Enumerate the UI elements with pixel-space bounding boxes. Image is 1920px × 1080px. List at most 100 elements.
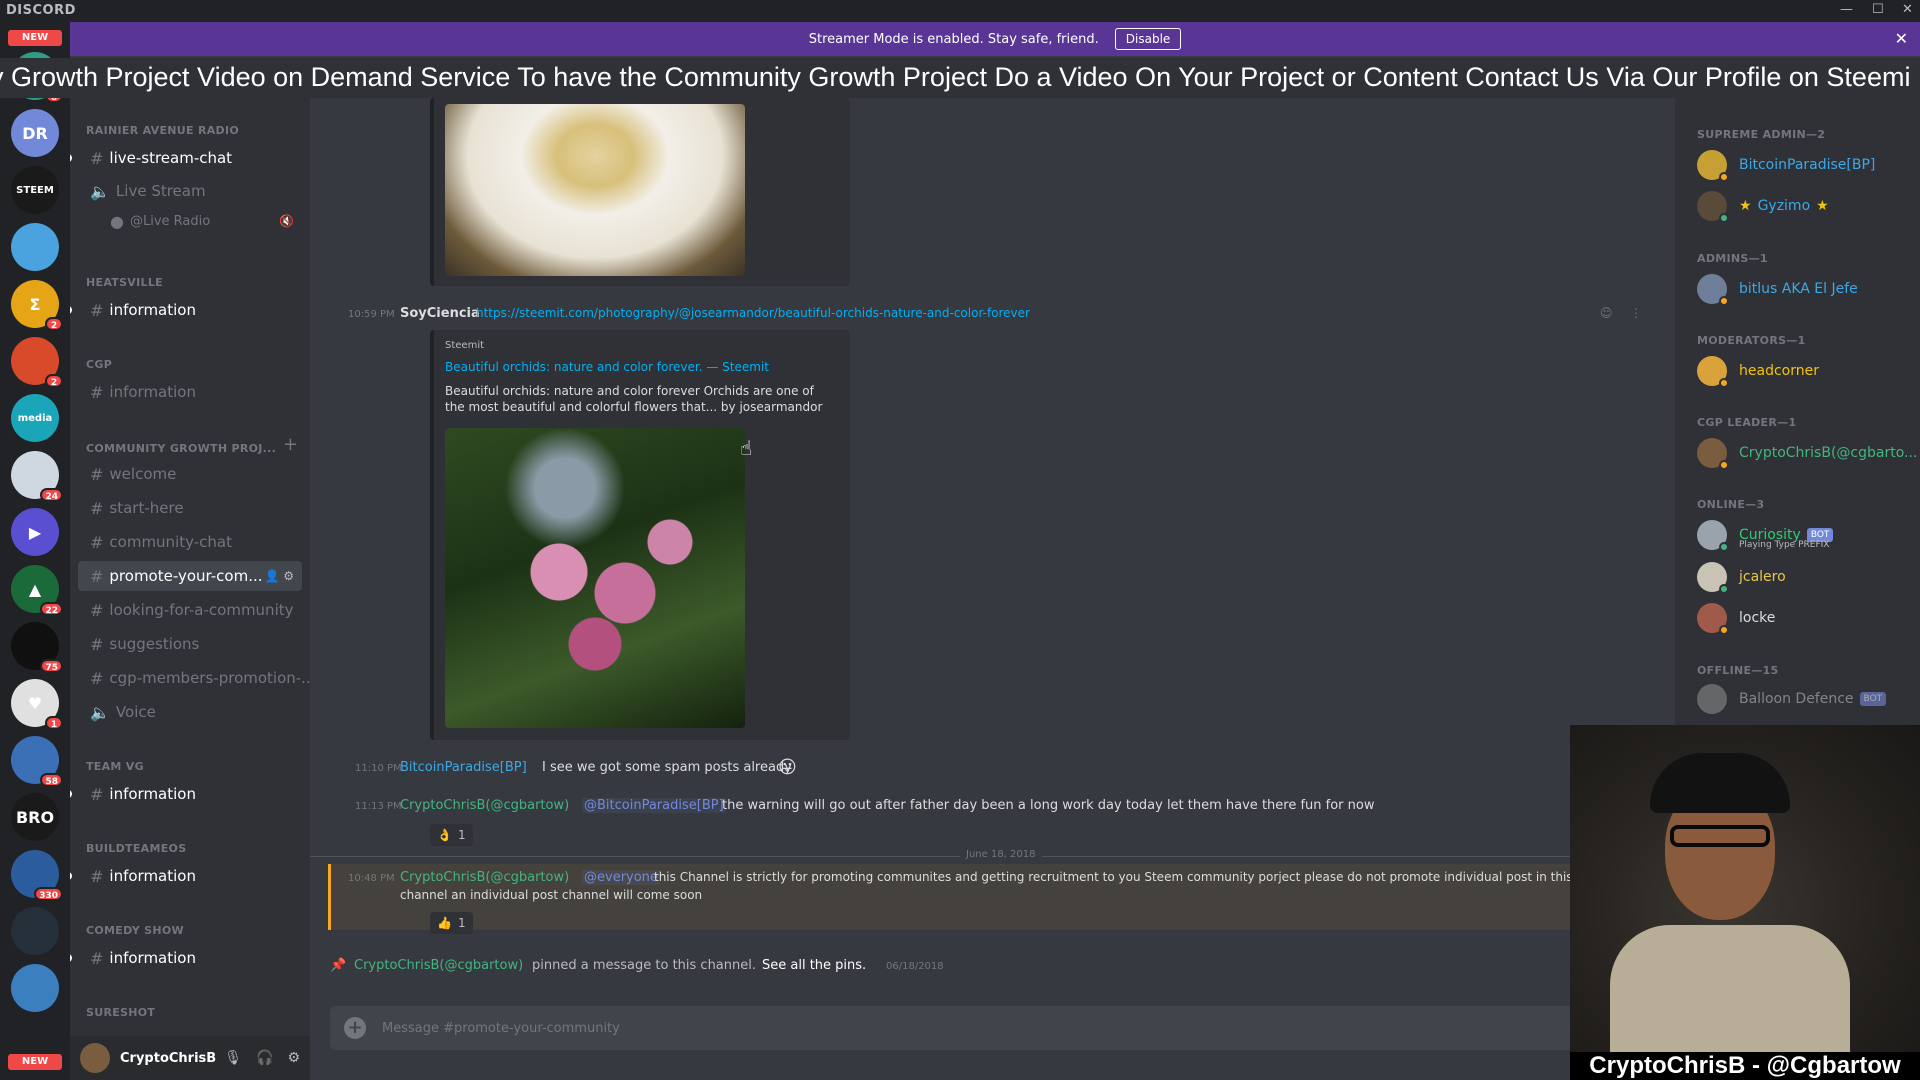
mute-icon: 🔇 xyxy=(279,214,294,228)
server-icon[interactable]: 2 xyxy=(11,337,63,388)
server-icon[interactable]: ▲ 22 xyxy=(11,565,63,616)
server-icon[interactable]: ▶ xyxy=(11,508,59,556)
server-icon[interactable]: 75 xyxy=(11,622,63,673)
add-reaction-icon[interactable]: ☺ xyxy=(1600,306,1613,320)
maximize-icon[interactable]: ☐ xyxy=(1872,2,1884,17)
voice-channel-voice[interactable]: 🔈 Voice xyxy=(78,697,302,727)
member-bitlus[interactable]: bitlus AKA El Jefe xyxy=(1697,272,1858,306)
embed-provider: Steemit xyxy=(445,340,485,351)
category-sureshot[interactable]: SURESHOT xyxy=(86,1006,155,1019)
channel-community-chat[interactable]: # community-chat xyxy=(78,527,302,557)
message-input[interactable] xyxy=(382,1020,1650,1036)
member-headcorner[interactable]: headcorner xyxy=(1697,354,1819,388)
category-cgp[interactable]: CGP xyxy=(86,358,112,371)
server-icon[interactable]: 330 xyxy=(11,850,63,901)
message-link[interactable]: https://steemit.com/photography/@josearm… xyxy=(476,306,1030,320)
member-bitcoinparadise[interactable]: BitcoinParadise[BP] xyxy=(1697,148,1875,182)
webcam-overlay xyxy=(1570,725,1920,1055)
server-icon[interactable] xyxy=(11,907,59,955)
message-author[interactable]: CryptoChrisB(@cgbartow) xyxy=(400,798,569,813)
add-channel-icon[interactable]: + xyxy=(283,434,298,455)
invite-and-settings-icons[interactable]: 👤 ⚙ xyxy=(264,569,294,583)
message-author[interactable]: BitcoinParadise[BP] xyxy=(400,760,527,775)
avatar[interactable] xyxy=(80,1043,110,1073)
category-team-vg[interactable]: TEAM VG xyxy=(86,760,144,773)
timestamp: 11:13 PM xyxy=(355,801,402,812)
member-locke[interactable]: locke xyxy=(1697,601,1775,635)
ticker-text: y Growth Project Video on Demand Service… xyxy=(0,62,1911,92)
server-icon[interactable]: media xyxy=(11,394,59,442)
orchid-photo[interactable] xyxy=(445,428,745,728)
close-banner-icon[interactable]: ✕ xyxy=(1895,29,1908,48)
channel-buildteam-information[interactable]: # information xyxy=(78,861,302,891)
category-rainier-avenue-radio[interactable]: RAINIER AVENUE RADIO xyxy=(86,124,239,137)
user-avatar-icon: ● xyxy=(110,211,124,231)
server-icon[interactable]: 24 xyxy=(11,451,63,502)
server-icon[interactable] xyxy=(11,964,59,1012)
member-curiosity[interactable]: Curiosity BOT Playing Type PREFIX xyxy=(1697,518,1834,552)
member-jcalero[interactable]: jcalero xyxy=(1697,560,1786,594)
hash-icon: # xyxy=(90,634,104,654)
hash-icon: # xyxy=(90,948,104,968)
role-header-online: ONLINE—3 xyxy=(1697,498,1765,511)
voice-user-live-radio[interactable]: ● @Live Radio 🔇 xyxy=(98,206,302,236)
pin-author[interactable]: CryptoChrisB(@cgbartow) xyxy=(354,958,523,973)
reaction-thumbs-up[interactable]: 👍 1 xyxy=(430,912,473,934)
reaction-ok-hand[interactable]: 👌 1 xyxy=(430,824,473,846)
category-comedy-show[interactable]: COMEDY SHOW xyxy=(86,924,184,937)
channel-cgp-information[interactable]: # information xyxy=(78,377,302,407)
streamer-mode-banner: Streamer Mode is enabled. Stay safe, fri… xyxy=(70,22,1920,56)
see-all-pins-link[interactable]: See all the pins. xyxy=(762,958,866,973)
category-buildteameos[interactable]: BUILDTEAMEOS xyxy=(86,842,186,855)
headphones-icon[interactable]: 🎧 xyxy=(256,1050,273,1066)
category-heatsville[interactable]: HEATSVILLE xyxy=(86,276,163,289)
hash-icon: # xyxy=(90,464,104,484)
channel-live-stream-chat[interactable]: # live-stream-chat xyxy=(78,143,302,173)
server-icon[interactable]: DR xyxy=(11,109,59,157)
close-window-icon[interactable]: ✕ xyxy=(1902,2,1913,17)
disable-streamer-mode-button[interactable]: Disable xyxy=(1114,28,1182,50)
channel-promote-your-community[interactable]: # promote-your-com... 👤 ⚙ xyxy=(78,561,302,591)
stream-ticker: y Growth Project Video on Demand Service… xyxy=(0,58,1920,98)
member-gyzimo[interactable]: ★ Gyzimo ★ xyxy=(1697,189,1829,223)
food-photo[interactable] xyxy=(445,104,745,276)
more-options-icon[interactable]: ⋮ xyxy=(1630,306,1642,320)
channel-start-here[interactable]: # start-here xyxy=(78,493,302,523)
channel-looking-for-a-community[interactable]: # looking-for-a-community xyxy=(78,595,302,625)
channel-heatsville-information[interactable]: # information xyxy=(78,295,302,325)
hash-icon: # xyxy=(90,532,104,552)
upload-plus-icon[interactable]: + xyxy=(344,1017,366,1039)
message-author[interactable]: CryptoChrisB(@cgbartow) xyxy=(400,870,569,885)
channel-team-vg-information[interactable]: # information xyxy=(78,779,302,809)
mention-badge: 22 xyxy=(40,602,63,616)
server-icon[interactable]: STEEM xyxy=(11,166,59,214)
server-icon[interactable]: BRO xyxy=(11,793,59,841)
server-icon[interactable] xyxy=(11,223,59,271)
member-cryptochrisb[interactable]: CryptoChrisB(@cgbarto... xyxy=(1697,436,1917,470)
server-icon[interactable]: 58 xyxy=(11,736,63,787)
mention-badge: 330 xyxy=(34,887,63,901)
message-text-line-2: channel an individual post channel will … xyxy=(400,888,703,902)
member-balloon-defence[interactable]: Balloon Defence BOT xyxy=(1697,682,1887,716)
microphone-icon[interactable]: 🎙 xyxy=(224,1050,242,1066)
mention-badge: 1 xyxy=(45,716,63,730)
server-icon[interactable]: Σ2 xyxy=(11,280,63,331)
user-mention[interactable]: @BitcoinParadise[BP] xyxy=(582,798,726,813)
speaker-icon: 🔈 xyxy=(90,181,110,201)
hash-icon: # xyxy=(90,566,104,586)
channel-comedy-information[interactable]: # information xyxy=(78,943,302,973)
server-icon[interactable]: ♥ 1 xyxy=(11,679,63,730)
channel-suggestions[interactable]: # suggestions xyxy=(78,629,302,659)
minimize-icon[interactable]: — xyxy=(1840,2,1853,17)
category-community-growth-project[interactable]: COMMUNITY GROWTH PROJ... xyxy=(86,442,276,455)
current-username: CryptoChrisB xyxy=(120,1050,217,1066)
voice-channel-live-stream[interactable]: 🔈 Live Stream xyxy=(78,176,302,206)
role-header-admins: ADMINS—1 xyxy=(1697,252,1768,265)
embed-title[interactable]: Beautiful orchids: nature and color fore… xyxy=(445,360,769,374)
bot-tag: BOT xyxy=(1859,692,1887,706)
gear-icon[interactable]: ⚙ xyxy=(287,1050,300,1066)
message-author[interactable]: SoyCiencia xyxy=(400,306,480,321)
channel-cgp-members-promotion[interactable]: # cgp-members-promotion-... xyxy=(78,663,310,693)
channel-welcome[interactable]: # welcome xyxy=(78,459,302,489)
everyone-mention[interactable]: @everyone xyxy=(582,870,660,885)
